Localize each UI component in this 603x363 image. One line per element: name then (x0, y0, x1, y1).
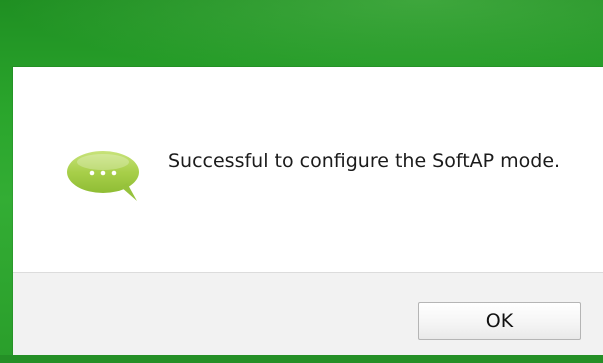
message-dialog: Successful to configure the SoftAP mode.… (13, 67, 603, 355)
speech-bubble-icon (63, 147, 153, 207)
dialog-message: Successful to configure the SoftAP mode. (168, 150, 561, 172)
dialog-body: Successful to configure the SoftAP mode. (13, 67, 603, 272)
ok-button[interactable]: OK (418, 302, 581, 340)
background-bottom-strip (0, 355, 603, 363)
dialog-footer: OK (13, 273, 603, 355)
